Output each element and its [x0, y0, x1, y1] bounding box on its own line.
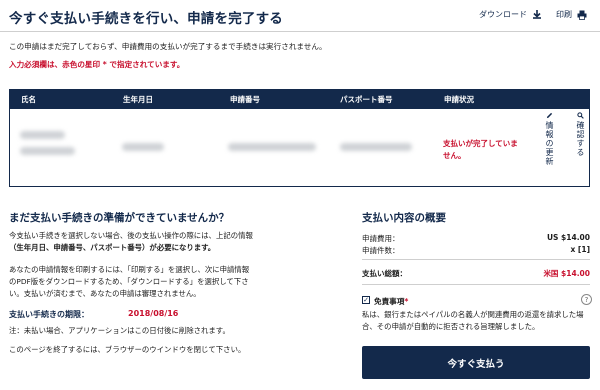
not-ready-title: まだ支払い手続きの準備ができていませんか？ [9, 212, 230, 224]
update-info-link[interactable]: 情報の更新 [544, 112, 555, 166]
table-row: 支払いが完了していません。 情報の更新 確認する [10, 109, 589, 187]
para2-line3: い。支払いが済むまで、あなたの申請は審理されません。 [9, 289, 201, 298]
para1-line2: （生年月日、申請番号、パスポート番号）が必要になります。 [9, 243, 216, 252]
payment-summary-title: 支払い内容の概要 [362, 212, 446, 224]
col-appno-header: 申請番号 [230, 95, 260, 104]
download-icon [533, 9, 541, 19]
summary-divider-2 [362, 284, 590, 285]
para2-line1: あなたの申請情報を印刷するには、「印刷する」を選択し、次に申請情報 [9, 265, 250, 274]
total-value: 米国 $14.00 [543, 269, 590, 278]
disclaimer-label: 免責事項* [374, 296, 408, 307]
disclaimer-text: 私は、銀行またはペイパルの名義人が関連費用の返還を請求した場合、その申請が自動的… [362, 310, 584, 331]
print-label: 印刷 [556, 10, 572, 19]
update-info-label: 情報の更新 [545, 121, 554, 166]
deadline-label: 支払い手続きの期限： [9, 310, 89, 319]
page-title: 今すぐ支払い手続きを行い、申請を完了する [9, 11, 283, 27]
count-label: 申請件数： [362, 246, 400, 255]
required-star: * [404, 297, 409, 306]
disclaimer-label-text: 免責事項 [374, 297, 405, 306]
para1-line1: 今支払い手続きを選択しない場合、後の支払い操作の際には、上記の情報 [9, 231, 253, 240]
print-button[interactable]: 印刷 [556, 9, 587, 20]
col-dob-header: 生年月日 [123, 95, 153, 104]
pay-now-button[interactable]: 今すぐ支払う [362, 346, 590, 379]
disclaimer-checkbox[interactable]: ✓ [362, 296, 370, 304]
total-row: 支払い総額： 米国 $14.00 [362, 268, 590, 279]
redacted-dob [122, 143, 164, 151]
redacted-app-number [228, 143, 316, 151]
col-passport-header: パスポート番号 [340, 95, 393, 104]
fee-row: 申請費用： US $14.00 [362, 233, 590, 244]
pencil-icon [546, 112, 553, 119]
status-badge: 支払いが完了していません。 [443, 139, 518, 160]
application-table: 氏名 生年月日 申請番号 パスポート番号 申請状況 支払いが完了していません。 … [9, 89, 590, 187]
redacted-name-2 [20, 147, 75, 155]
payment-summary-section: 支払い内容の概要 [362, 210, 590, 225]
count-row: 申請件数： x [1] [362, 245, 590, 256]
not-ready-section: まだ支払い手続きの準備ができていませんか？ [9, 210, 309, 225]
print-icon [577, 10, 587, 20]
confirm-link[interactable]: 確認する [575, 112, 586, 157]
fee-value: US $14.00 [546, 233, 590, 242]
count-value: x [1] [570, 245, 590, 254]
help-icon[interactable]: ? [581, 294, 592, 305]
table-header: 氏名 生年月日 申請番号 パスポート番号 申請状況 [10, 90, 589, 109]
not-ready-paragraph-2: あなたの申請情報を印刷するには、「印刷する」を選択し、次に申請情報 のPDF版を… [9, 264, 309, 300]
required-note: 入力必須欄は、赤色の星印 * で指定されています。 [9, 60, 185, 69]
page-header: 今すぐ支払い手続きを行い、申請を完了する ダウンロード 印刷 [0, 0, 600, 32]
confirm-label: 確認する [576, 121, 585, 157]
fee-label: 申請費用： [362, 234, 400, 243]
deadline-date: 2018/08/16 [128, 309, 179, 318]
not-ready-paragraph-1: 今支払い手続きを選択しない場合、後の支払い操作の際には、上記の情報 （生年月日、… [9, 230, 309, 254]
deletion-note: 注：未払い場合、アプリケーションはこの日付後に削除されます。 [9, 326, 230, 335]
download-label: ダウンロード [479, 10, 527, 19]
total-label: 支払い総額： [362, 269, 407, 278]
col-name-header: 氏名 [21, 95, 36, 104]
para2-line2: のPDF版をダウンロードするため、「ダウンロードする」を選択して下さ [9, 277, 249, 286]
intro-text: この申請はまだ完了しておらず、申請費用の支払いが完了するまで手続きは実行されませ… [9, 42, 327, 51]
search-icon [577, 112, 584, 119]
close-window-note: このページを終了するには、ブラウザーのウインドウを閉じて下さい。 [9, 345, 246, 354]
redacted-passport [340, 143, 412, 151]
col-status-header: 申請状況 [444, 95, 474, 104]
summary-divider [362, 259, 590, 260]
redacted-name-1 [20, 131, 65, 139]
download-button[interactable]: ダウンロード [479, 9, 542, 20]
